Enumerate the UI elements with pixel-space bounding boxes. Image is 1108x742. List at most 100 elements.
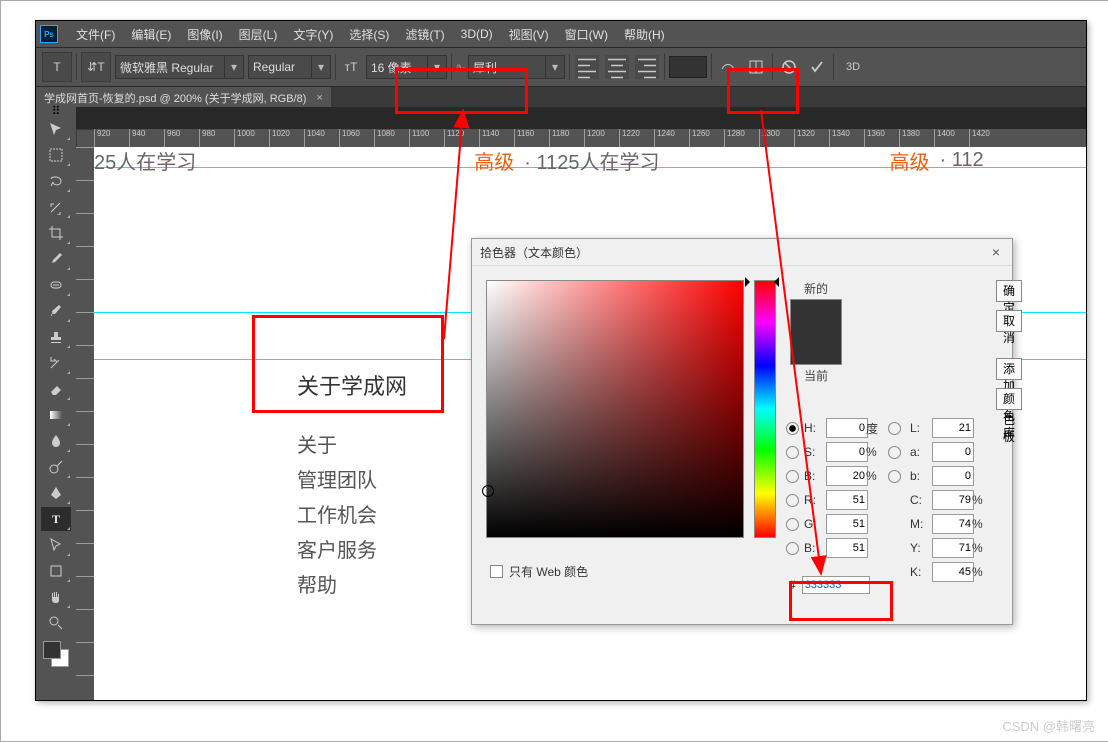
l-input[interactable] — [932, 418, 974, 438]
font-family-combo[interactable]: 微软雅黑 Regular — [115, 55, 225, 79]
hex-input[interactable] — [802, 576, 870, 594]
confirm-icon[interactable] — [805, 55, 829, 79]
a-radio[interactable] — [888, 446, 901, 459]
h-input[interactable] — [826, 418, 868, 438]
horizontal-ruler[interactable]: 9209409609801000102010401060108011001120… — [94, 129, 1086, 147]
menu-edit[interactable]: 编辑(E) — [123, 26, 179, 43]
move-tool[interactable] — [41, 117, 71, 141]
3d-button[interactable]: 3D — [838, 55, 868, 79]
zoom-tool[interactable] — [41, 611, 71, 635]
antialias-combo[interactable]: 犀利 — [468, 55, 546, 79]
history-brush-tool[interactable] — [41, 351, 71, 375]
list-item[interactable]: 关于 — [297, 429, 377, 458]
section-title[interactable]: 关于学成网 — [297, 369, 407, 401]
web-only-checkbox[interactable] — [490, 565, 503, 578]
menu-window[interactable]: 窗口(W) — [557, 26, 616, 43]
ok-button[interactable]: 确定 — [996, 280, 1022, 302]
lab-b-radio[interactable] — [888, 470, 901, 483]
magic-wand-tool[interactable] — [41, 195, 71, 219]
list-item[interactable]: 工作机会 — [297, 499, 377, 528]
align-center-icon[interactable] — [605, 55, 629, 79]
cancel-icon[interactable] — [777, 55, 801, 79]
align-right-icon[interactable] — [635, 55, 659, 79]
tool-preset-icon[interactable]: T — [42, 52, 72, 82]
a-input[interactable] — [932, 442, 974, 462]
app-logo: Ps — [40, 25, 58, 43]
add-swatch-button[interactable]: 添加到色板 — [996, 358, 1022, 380]
r-input[interactable] — [826, 490, 868, 510]
section-list: 关于 管理团队 工作机会 客户服务 帮助 — [297, 423, 377, 604]
color-lib-button[interactable]: 颜色库 — [996, 388, 1022, 410]
g-input[interactable] — [826, 514, 868, 534]
s-radio[interactable] — [786, 446, 799, 459]
sv-field[interactable] — [486, 280, 744, 538]
menu-help[interactable]: 帮助(H) — [616, 26, 673, 43]
g-radio[interactable] — [786, 518, 799, 531]
panels-icon[interactable] — [744, 55, 768, 79]
path-select-tool[interactable] — [41, 533, 71, 557]
blur-tool[interactable] — [41, 429, 71, 453]
cancel-button[interactable]: 取消 — [996, 310, 1022, 332]
y-input[interactable] — [932, 538, 974, 558]
tab-bar: 学成网首页-恢复的.psd @ 200% (关于学成网, RGB/8) × — [36, 87, 1086, 109]
menu-3d[interactable]: 3D(D) — [453, 27, 501, 41]
canvas-text: 高级 — [474, 147, 514, 175]
text-color-swatch[interactable] — [669, 56, 707, 78]
brush-tool[interactable] — [41, 299, 71, 323]
align-left-icon[interactable] — [575, 55, 599, 79]
text-orientation-icon[interactable]: ⇵T — [81, 52, 111, 82]
hand-tool[interactable] — [41, 585, 71, 609]
color-fields: H:度 L: S:% a: B:% b: R: C:% G: M:% B: Y:… — [786, 418, 986, 582]
pen-tool[interactable] — [41, 481, 71, 505]
hue-slider[interactable] — [754, 280, 776, 538]
k-input[interactable] — [932, 562, 974, 582]
font-style-combo[interactable]: Regular — [248, 55, 312, 79]
menu-image[interactable]: 图像(I) — [179, 26, 230, 43]
stamp-tool[interactable] — [41, 325, 71, 349]
close-icon[interactable]: × — [316, 92, 322, 104]
menu-file[interactable]: 文件(F) — [68, 26, 123, 43]
m-input[interactable] — [932, 514, 974, 534]
font-size-combo[interactable]: 16 像素 — [366, 55, 428, 79]
vertical-ruler[interactable] — [76, 147, 94, 700]
gradient-tool[interactable] — [41, 403, 71, 427]
l-radio[interactable] — [888, 422, 901, 435]
lab-b-input[interactable] — [932, 466, 974, 486]
b-input[interactable] — [826, 466, 868, 486]
color-picker-dialog: 拾色器（文本颜色） × 新的 当前 H:度 L: — [471, 238, 1013, 625]
list-item[interactable]: 管理团队 — [297, 464, 377, 493]
rgb-b-input[interactable] — [826, 538, 868, 558]
list-item[interactable]: 客户服务 — [297, 534, 377, 563]
rgb-b-radio[interactable] — [786, 542, 799, 555]
menu-select[interactable]: 选择(S) — [341, 26, 397, 43]
eraser-tool[interactable] — [41, 377, 71, 401]
list-item[interactable]: 帮助 — [297, 569, 377, 598]
menu-layer[interactable]: 图层(L) — [231, 26, 286, 43]
chevron-down-icon[interactable]: ▾ — [427, 55, 447, 79]
healing-tool[interactable] — [41, 273, 71, 297]
web-only-label: 只有 Web 颜色 — [509, 563, 588, 580]
s-input[interactable] — [826, 442, 868, 462]
chevron-down-icon[interactable]: ▾ — [224, 55, 244, 79]
close-icon[interactable]: × — [988, 244, 1004, 260]
h-radio[interactable] — [786, 422, 799, 435]
warp-text-icon[interactable] — [716, 55, 740, 79]
c-input[interactable] — [932, 490, 974, 510]
document-tab[interactable]: 学成网首页-恢复的.psd @ 200% (关于学成网, RGB/8) × — [36, 87, 331, 109]
marquee-tool[interactable] — [41, 143, 71, 167]
menu-type[interactable]: 文字(Y) — [285, 26, 341, 43]
chevron-down-icon[interactable]: ▾ — [311, 55, 331, 79]
color-swatches[interactable] — [43, 641, 69, 667]
crop-tool[interactable] — [41, 221, 71, 245]
menu-filter[interactable]: 滤镜(T) — [397, 26, 452, 43]
type-tool[interactable]: T — [41, 507, 71, 531]
eyedropper-tool[interactable] — [41, 247, 71, 271]
r-radio[interactable] — [786, 494, 799, 507]
menu-view[interactable]: 视图(V) — [501, 26, 557, 43]
dodge-tool[interactable] — [41, 455, 71, 479]
lasso-tool[interactable] — [41, 169, 71, 193]
ruler-origin[interactable] — [76, 129, 96, 149]
chevron-down-icon[interactable]: ▾ — [545, 55, 565, 79]
b-radio[interactable] — [786, 470, 799, 483]
shape-tool[interactable] — [41, 559, 71, 583]
